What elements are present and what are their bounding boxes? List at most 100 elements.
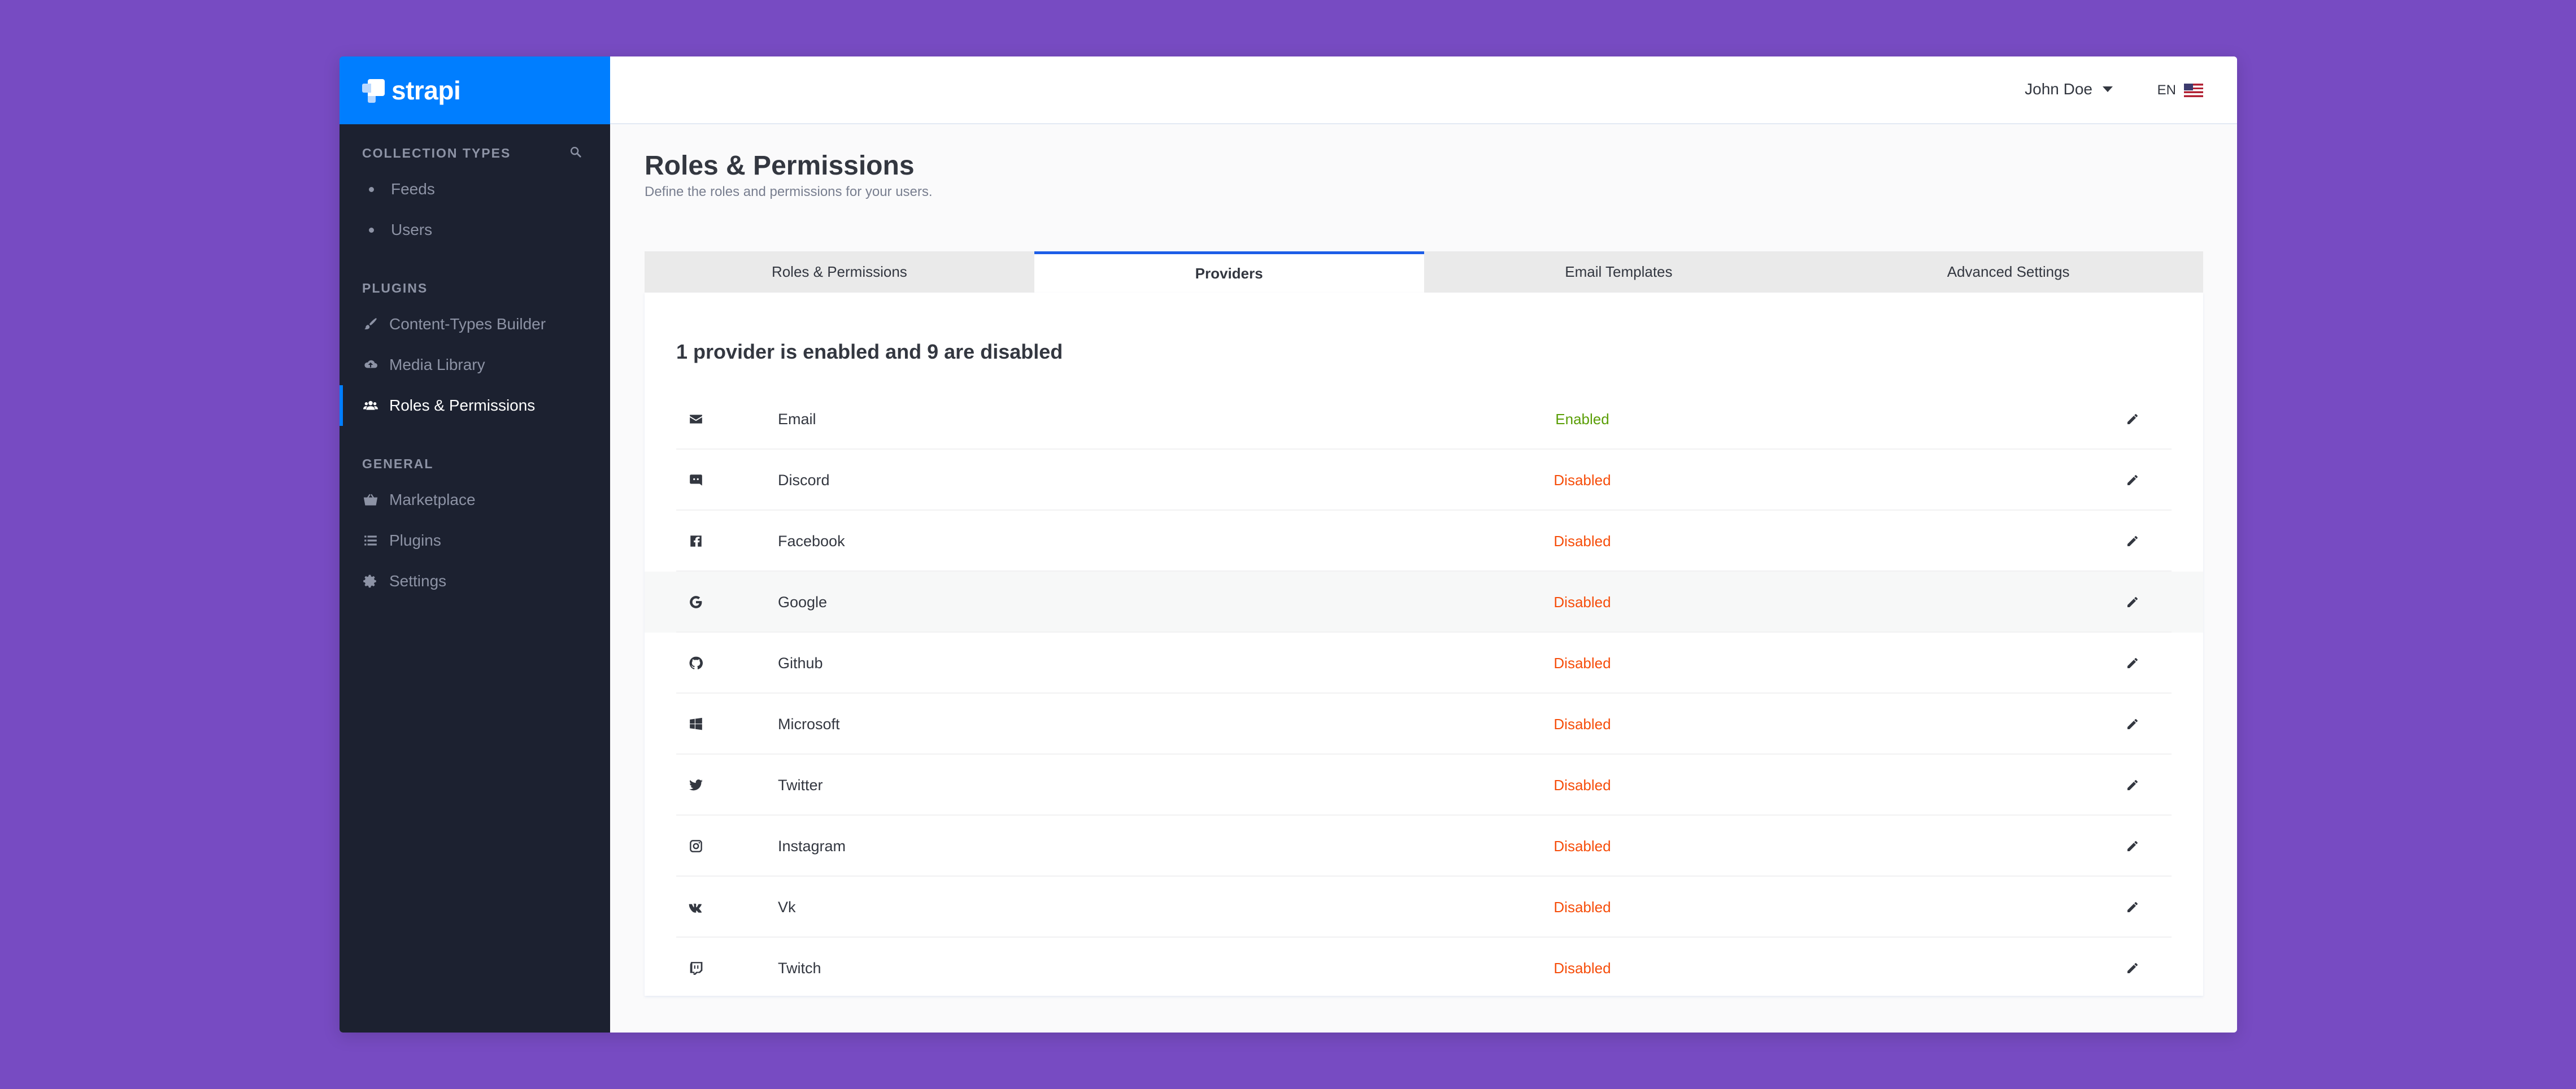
- provider-row-google[interactable]: Google Disabled: [645, 572, 2203, 633]
- discord-icon: [687, 472, 704, 489]
- page-title: Roles & Permissions: [645, 151, 915, 181]
- provider-name: Facebook: [778, 532, 845, 550]
- search-icon[interactable]: [569, 146, 582, 162]
- sidebar-item-plugins[interactable]: Plugins: [340, 520, 610, 561]
- plugins-section-title: PLUGINS: [362, 281, 428, 295]
- sidebar-item-settings[interactable]: Settings: [340, 561, 610, 602]
- sidebar-item-label: Content-Types Builder: [389, 315, 546, 333]
- sidebar-item-feeds[interactable]: Feeds: [340, 169, 610, 210]
- strapi-logo-icon: [362, 79, 385, 103]
- tab-roles-permissions[interactable]: Roles & Permissions: [645, 251, 1034, 293]
- sidebar-item-label: Roles & Permissions: [389, 397, 536, 414]
- provider-name: Google: [778, 593, 828, 611]
- sidebar-item-roles-permissions[interactable]: Roles & Permissions: [340, 385, 610, 426]
- provider-status: Disabled: [1554, 959, 1611, 977]
- facebook-icon: [687, 533, 704, 550]
- provider-name: Discord: [778, 471, 830, 489]
- bullet-icon: [369, 186, 374, 192]
- tab-advanced-settings[interactable]: Advanced Settings: [1813, 251, 2203, 293]
- pencil-icon[interactable]: [2125, 961, 2140, 975]
- app-window: strapi COLLECTION TYPES Feeds Users PLUG…: [340, 56, 2237, 1033]
- language-code: EN: [2157, 82, 2176, 98]
- user-name: John Doe: [2025, 80, 2092, 98]
- general-section-title: GENERAL: [362, 456, 434, 471]
- pencil-icon[interactable]: [2125, 412, 2140, 426]
- cloud-upload-icon: [362, 358, 379, 372]
- provider-status: Disabled: [1554, 532, 1611, 550]
- provider-name: Vk: [778, 898, 796, 916]
- sidebar-item-media-library[interactable]: Media Library: [340, 345, 610, 385]
- provider-row-email[interactable]: Email Enabled: [645, 389, 2203, 450]
- sidebar-item-marketplace[interactable]: Marketplace: [340, 480, 610, 520]
- provider-row-instagram[interactable]: Instagram Disabled: [645, 816, 2203, 877]
- caret-down-icon: [2103, 86, 2113, 92]
- google-icon: [687, 594, 704, 611]
- provider-name: Twitch: [778, 959, 821, 977]
- sidebar-item-label: Settings: [389, 572, 447, 590]
- provider-status: Enabled: [1555, 410, 1609, 428]
- vk-icon: [687, 899, 704, 916]
- pencil-icon[interactable]: [2125, 534, 2140, 548]
- users-icon: [362, 398, 379, 413]
- provider-row-twitter[interactable]: Twitter Disabled: [645, 755, 2203, 816]
- provider-row-github[interactable]: Github Disabled: [645, 633, 2203, 694]
- pencil-icon[interactable]: [2125, 839, 2140, 853]
- main-content: John Doe EN Roles & Permissions Define t…: [610, 56, 2237, 1033]
- provider-name: Github: [778, 654, 823, 672]
- provider-status: Disabled: [1554, 776, 1611, 794]
- provider-row-twitch[interactable]: Twitch Disabled: [645, 938, 2203, 999]
- pencil-icon[interactable]: [2125, 473, 2140, 487]
- gear-icon: [362, 574, 379, 589]
- tab-email-templates[interactable]: Email Templates: [1424, 251, 1814, 293]
- language-switcher[interactable]: EN: [2157, 82, 2203, 98]
- provider-status: Disabled: [1554, 715, 1611, 733]
- tabs: Roles & Permissions Providers Email Temp…: [645, 251, 2203, 293]
- instagram-icon: [687, 838, 704, 855]
- shopping-basket-icon: [362, 493, 379, 507]
- envelope-icon: [687, 411, 704, 428]
- provider-name: Microsoft: [778, 715, 840, 733]
- pencil-icon[interactable]: [2125, 595, 2140, 609]
- provider-name: Email: [778, 410, 816, 428]
- tab-providers[interactable]: Providers: [1034, 251, 1424, 293]
- provider-status: Disabled: [1554, 654, 1611, 672]
- brand-header[interactable]: strapi: [340, 56, 610, 124]
- provider-name: Twitter: [778, 776, 823, 794]
- sidebar: strapi COLLECTION TYPES Feeds Users PLUG…: [340, 56, 610, 1033]
- providers-panel: 1 provider is enabled and 9 are disabled…: [645, 293, 2203, 996]
- provider-status: Disabled: [1554, 471, 1611, 489]
- page-subtitle: Define the roles and permissions for you…: [645, 184, 933, 199]
- pencil-icon[interactable]: [2125, 778, 2140, 792]
- pencil-icon[interactable]: [2125, 900, 2140, 914]
- user-menu[interactable]: John Doe: [2025, 80, 2113, 98]
- pencil-icon[interactable]: [2125, 717, 2140, 731]
- providers-list: Email Enabled Discord Disabled Facebook …: [645, 389, 2203, 999]
- provider-status: Disabled: [1554, 837, 1611, 855]
- sidebar-item-label: Users: [391, 221, 433, 238]
- provider-status: Disabled: [1554, 898, 1611, 916]
- twitch-icon: [687, 960, 704, 977]
- sidebar-item-label: Plugins: [389, 532, 441, 549]
- topbar: John Doe EN: [610, 56, 2237, 124]
- provider-row-microsoft[interactable]: Microsoft Disabled: [645, 694, 2203, 755]
- sidebar-item-label: Marketplace: [389, 491, 476, 508]
- provider-status: Disabled: [1554, 593, 1611, 611]
- providers-summary: 1 provider is enabled and 9 are disabled: [676, 340, 1063, 363]
- brand-name: strapi: [391, 76, 461, 105]
- us-flag-icon: [2184, 84, 2203, 97]
- bullet-icon: [369, 227, 374, 233]
- provider-row-discord[interactable]: Discord Disabled: [645, 450, 2203, 511]
- twitter-icon: [687, 777, 704, 794]
- provider-row-vk[interactable]: Vk Disabled: [645, 877, 2203, 938]
- list-icon: [362, 533, 379, 548]
- windows-icon: [687, 716, 704, 733]
- sidebar-item-content-types-builder[interactable]: Content-Types Builder: [340, 304, 610, 345]
- pencil-icon[interactable]: [2125, 656, 2140, 670]
- sidebar-item-label: Media Library: [389, 356, 485, 373]
- github-icon: [687, 655, 704, 672]
- provider-row-facebook[interactable]: Facebook Disabled: [645, 511, 2203, 572]
- provider-name: Instagram: [778, 837, 846, 855]
- sidebar-item-label: Feeds: [391, 180, 435, 198]
- sidebar-item-users[interactable]: Users: [340, 210, 610, 250]
- paint-brush-icon: [362, 317, 379, 332]
